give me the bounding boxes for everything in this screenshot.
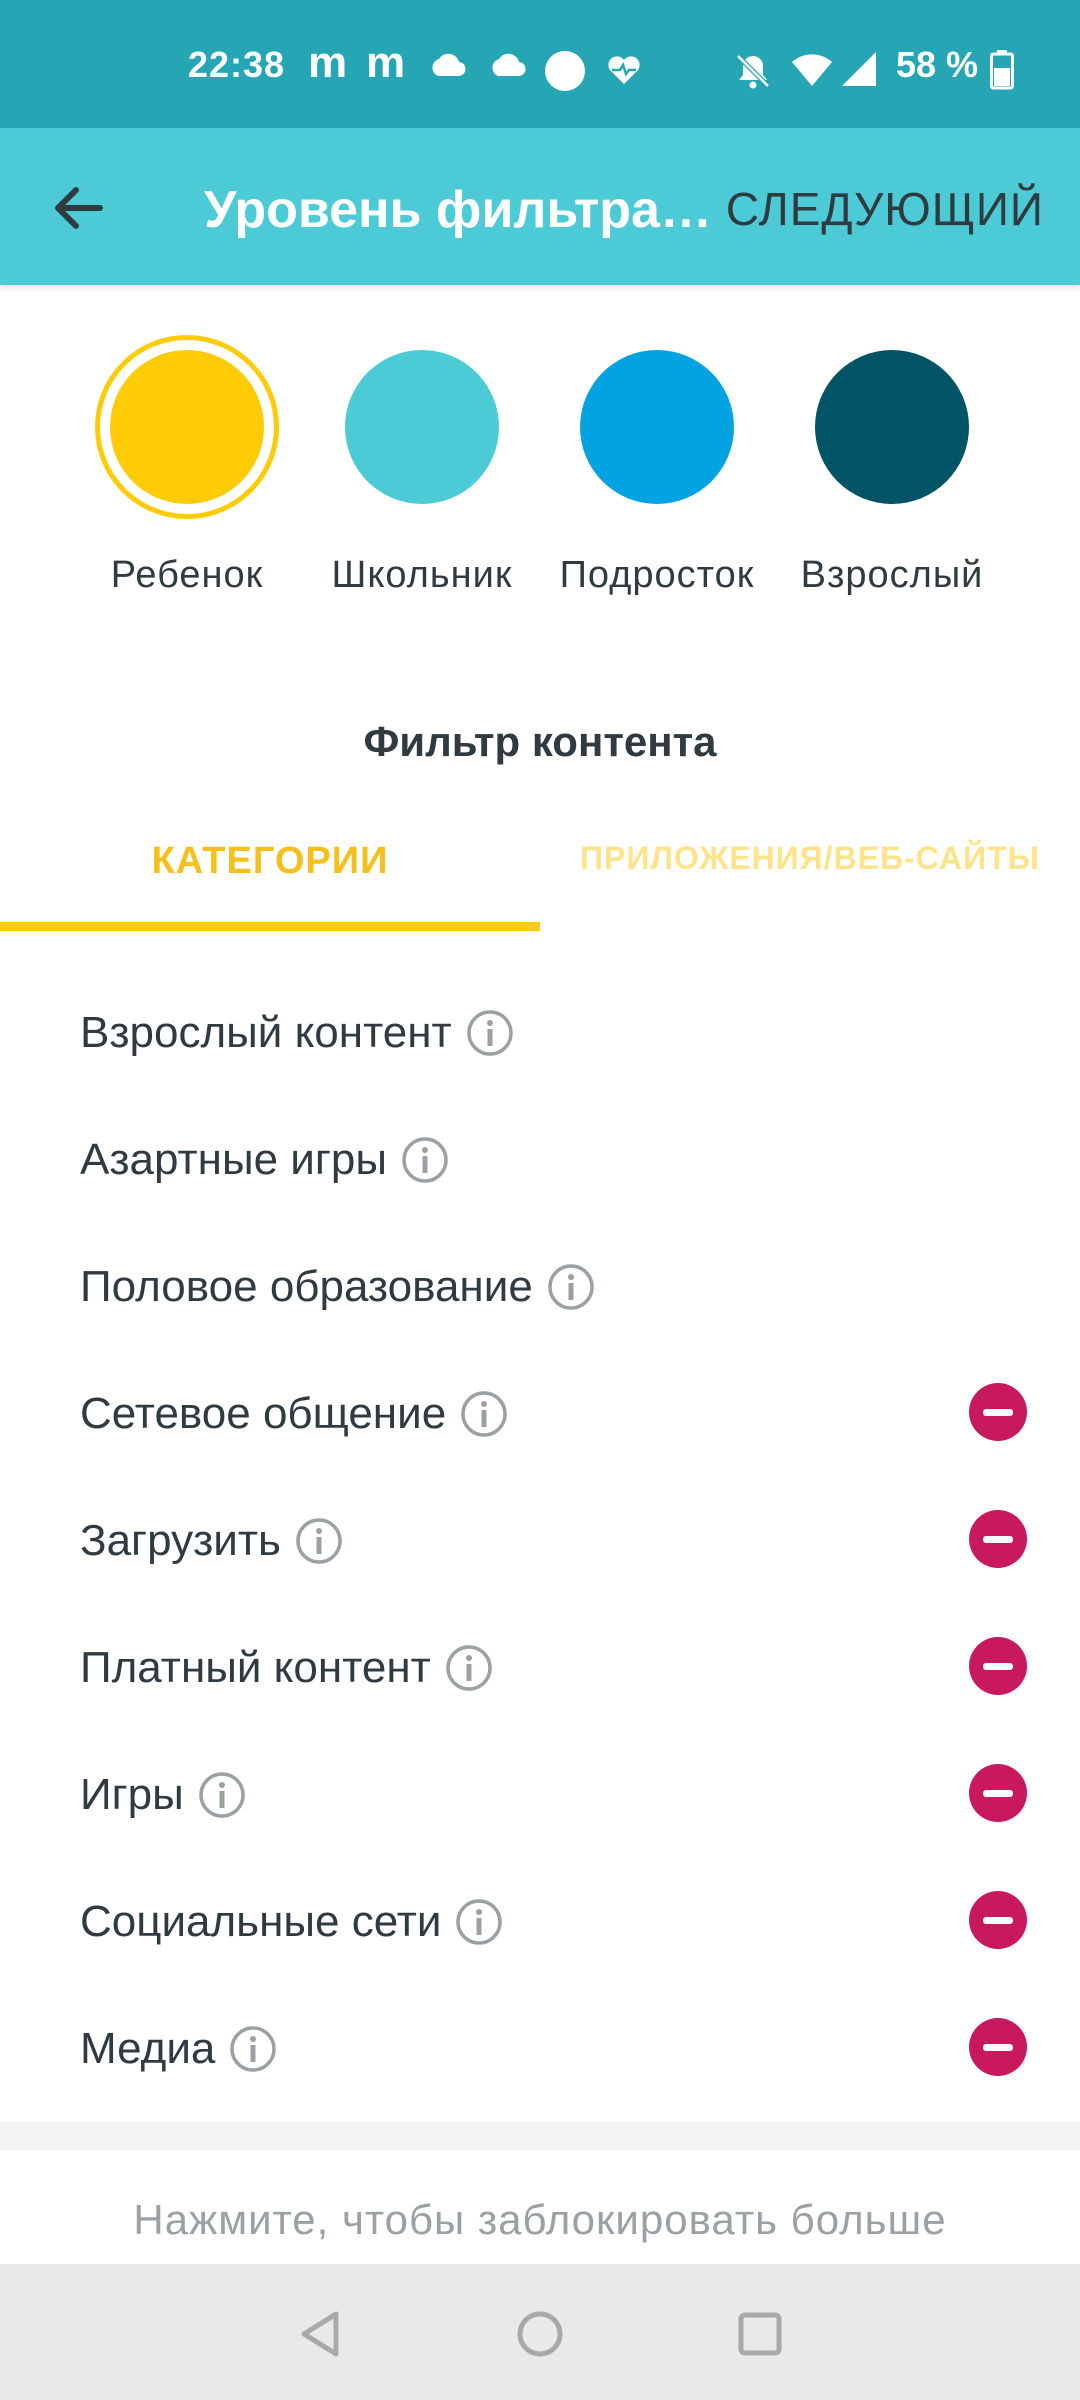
circle-icon [545, 51, 585, 91]
heart-pulse-icon [608, 56, 640, 84]
section-divider [0, 2122, 1080, 2150]
category-label: Социальные сети [80, 1897, 442, 1946]
back-triangle-icon[interactable] [292, 2304, 352, 2364]
unblock-category-button[interactable] [969, 1510, 1027, 1568]
category-label: Азартные игры [80, 1135, 387, 1184]
unblock-category-button[interactable] [969, 1764, 1027, 1822]
category-label: Загрузить [80, 1516, 281, 1565]
category-row: Медиа [0, 1986, 1080, 2113]
notification-m-icon: m [308, 38, 348, 87]
page-title: Уровень фильтрации [204, 181, 714, 239]
category-row: Взрослый контент [0, 970, 1080, 1097]
category-label: Игры [80, 1770, 184, 1819]
status-time: 22:38 [188, 44, 286, 85]
category-row: Сетевое общение [0, 1351, 1080, 1478]
level-circle[interactable] [110, 350, 264, 504]
notification-m-icon: m [366, 38, 406, 87]
level-adult[interactable]: Взрослый [772, 350, 1012, 597]
level-label: Подросток [559, 554, 755, 596]
level-label: Школьник [331, 554, 513, 596]
info-icon[interactable] [547, 1263, 595, 1311]
wifi-icon [792, 54, 832, 86]
battery-percent: 58 % [896, 44, 979, 85]
category-row: Загрузить [0, 1478, 1080, 1605]
level-circle[interactable] [580, 350, 734, 504]
info-icon[interactable] [295, 1517, 343, 1565]
bell-off-icon [736, 54, 770, 89]
cloud-icon [492, 53, 526, 77]
signal-icon [842, 52, 876, 86]
category-label: Половое образование [80, 1262, 533, 1311]
category-row: Платный контент [0, 1605, 1080, 1732]
category-row: Половое образование [0, 1224, 1080, 1351]
category-label: Медиа [80, 2024, 216, 2073]
active-tab-indicator [0, 922, 540, 931]
level-label: Ребенок [110, 554, 264, 596]
system-nav-bar [0, 2264, 1080, 2400]
category-row: Социальные сети [0, 1859, 1080, 1986]
unblock-category-button[interactable] [969, 2018, 1027, 2076]
unblock-category-button[interactable] [969, 1637, 1027, 1695]
info-icon[interactable] [229, 2025, 277, 2073]
level-teen[interactable]: Подросток [537, 350, 777, 597]
category-row: Азартные игры [0, 1097, 1080, 1224]
unblock-category-button[interactable] [969, 1891, 1027, 1949]
info-icon[interactable] [198, 1771, 246, 1819]
category-label: Платный контент [80, 1643, 431, 1692]
cloud-icon [432, 53, 466, 77]
tab-apps-websites[interactable]: ПРИЛОЖЕНИЯ/ВЕБ-САЙТЫ [540, 840, 1080, 877]
level-circle[interactable] [815, 350, 969, 504]
arrow-left-icon[interactable] [40, 168, 120, 248]
level-label: Взрослый [800, 554, 984, 596]
level-schoolchild[interactable]: Школьник [302, 350, 542, 597]
block-more-link[interactable]: Нажмите, чтобы заблокировать больше [0, 2196, 1080, 2244]
recents-square-icon[interactable] [730, 2304, 790, 2364]
level-child[interactable]: Ребенок [67, 350, 307, 597]
info-icon[interactable] [401, 1136, 449, 1184]
info-icon[interactable] [466, 1009, 514, 1057]
status-bar: 22:38 m m 58 % [0, 0, 1080, 128]
category-row: Игры [0, 1732, 1080, 1859]
level-circle[interactable] [345, 350, 499, 504]
info-icon[interactable] [445, 1644, 493, 1692]
category-label: Сетевое общение [80, 1389, 447, 1438]
home-circle-icon[interactable] [510, 2304, 570, 2364]
battery-icon [990, 50, 1014, 90]
app-bar: Уровень фильтрации СЛЕДУЮЩИЙ [0, 128, 1080, 285]
next-button[interactable]: СЛЕДУЮЩИЙ [726, 182, 1044, 236]
info-icon[interactable] [455, 1898, 503, 1946]
tab-categories[interactable]: КАТЕГОРИИ [0, 840, 540, 883]
content-filter-title: Фильтр контента [363, 718, 717, 765]
info-icon[interactable] [460, 1390, 508, 1438]
unblock-category-button[interactable] [969, 1383, 1027, 1441]
category-label: Взрослый контент [80, 1008, 452, 1057]
